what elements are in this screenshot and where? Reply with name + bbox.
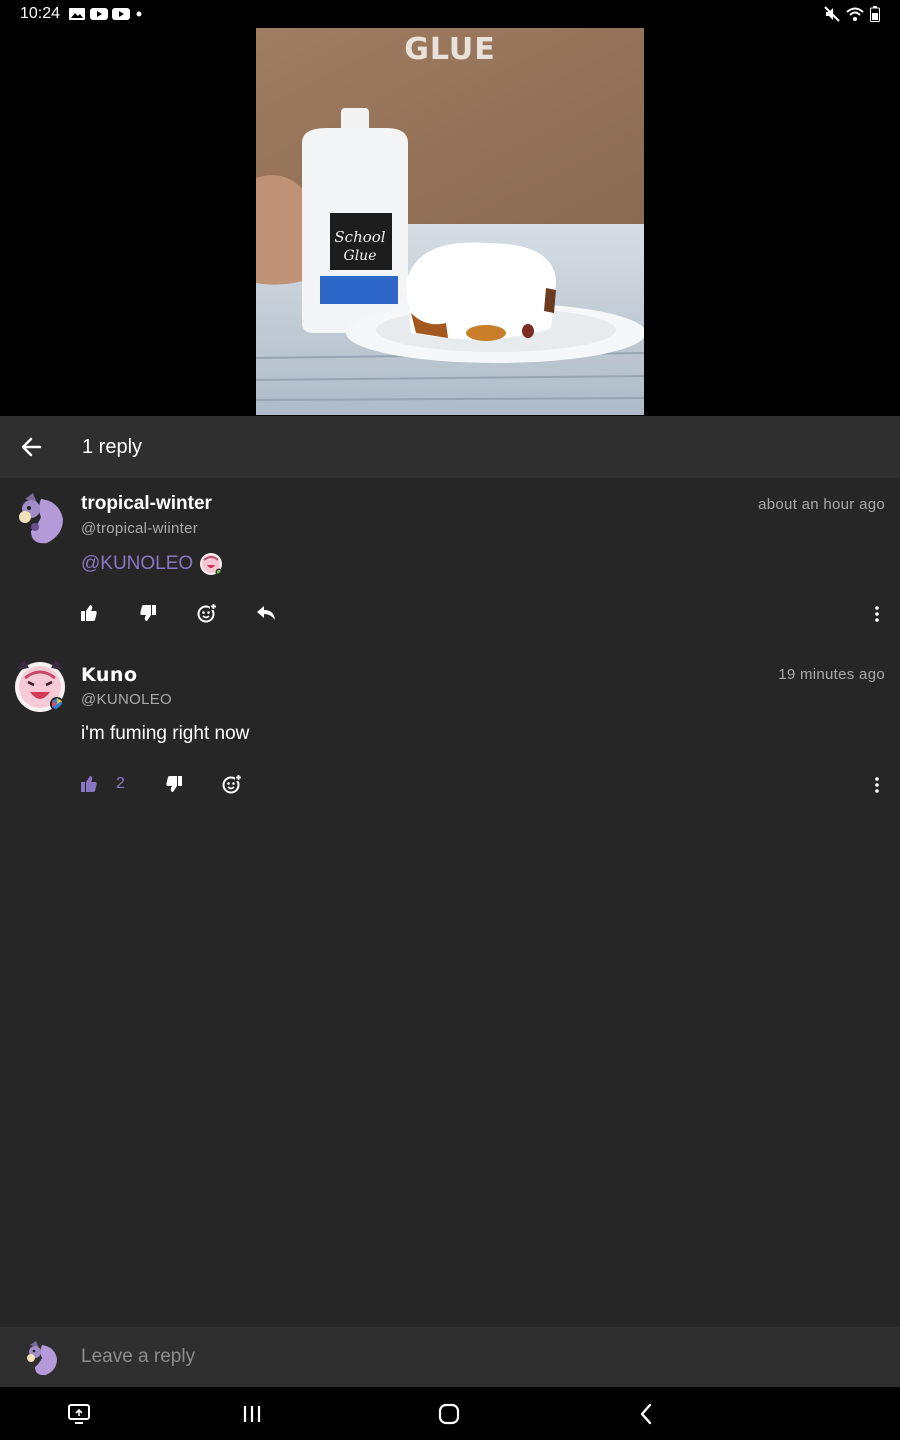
reply-composer xyxy=(0,1327,900,1387)
reply-input[interactable] xyxy=(81,1343,861,1371)
screen-share-icon xyxy=(68,1404,90,1424)
system-nav-bar xyxy=(0,1387,900,1440)
video-player[interactable]: School Glue GLUE xyxy=(0,28,900,416)
thumbs-down-icon xyxy=(140,605,156,621)
comment-timestamp: 19 minutes ago xyxy=(778,666,885,683)
add-reaction-icon xyxy=(222,774,242,794)
add-reaction-button[interactable] xyxy=(196,602,218,624)
add-reaction-button[interactable] xyxy=(221,773,243,795)
reply-icon xyxy=(257,606,275,620)
comment-body: @KUNOLEO xyxy=(81,552,223,576)
back-button[interactable] xyxy=(0,416,62,478)
gallery-icon xyxy=(69,8,86,20)
wifi-icon xyxy=(846,7,864,21)
comment-handle[interactable]: @KUNOLEO xyxy=(81,691,172,708)
reply-comment: Kuno @KUNOLEO 19 minutes ago i'm fuming … xyxy=(0,651,900,811)
dislike-button[interactable] xyxy=(137,602,159,624)
battery-icon xyxy=(870,6,880,22)
video-caption: GLUE xyxy=(404,32,496,67)
like-count: 2 xyxy=(116,775,125,792)
mention-link[interactable]: @KUNOLEO xyxy=(81,553,193,575)
comment-username[interactable]: Kuno xyxy=(81,664,138,686)
youtube-icon xyxy=(90,8,109,20)
more-options-button[interactable] xyxy=(868,603,886,625)
comment-actions xyxy=(78,602,277,624)
thumbs-up-icon xyxy=(81,776,97,792)
avatar[interactable] xyxy=(11,487,69,545)
video-thumbnail: School Glue xyxy=(256,28,644,415)
recent-apps-icon xyxy=(243,1406,261,1422)
dislike-button[interactable] xyxy=(163,773,185,795)
screen-share-button[interactable] xyxy=(64,1399,94,1429)
dot-icon xyxy=(136,11,142,17)
recent-apps-button[interactable] xyxy=(237,1399,267,1429)
thumbs-up-icon xyxy=(81,605,97,621)
svg-text:Glue: Glue xyxy=(344,248,377,264)
add-reaction-icon xyxy=(197,603,217,623)
like-button[interactable] xyxy=(78,602,100,624)
comment-timestamp: about an hour ago xyxy=(758,496,885,513)
back-icon xyxy=(640,1403,652,1425)
arrow-left-icon xyxy=(21,437,42,457)
status-bar: 10:24 xyxy=(0,0,900,28)
more-vertical-icon xyxy=(875,777,879,793)
replies-header: 1 reply xyxy=(0,416,900,478)
svg-text:School: School xyxy=(334,228,385,246)
parent-comment: tropical-winter @tropical-wiinter about … xyxy=(0,481,900,648)
system-back-button[interactable] xyxy=(631,1399,661,1429)
mentioned-user-avatar xyxy=(200,553,223,576)
comment-username[interactable]: tropical-winter xyxy=(81,493,212,515)
home-icon xyxy=(438,1403,460,1425)
replies-count-title: 1 reply xyxy=(82,435,143,458)
avatar[interactable] xyxy=(11,656,69,714)
comment-handle[interactable]: @tropical-wiinter xyxy=(81,520,198,537)
video-frame[interactable]: School Glue GLUE xyxy=(256,28,644,415)
comment-actions: 2 xyxy=(78,773,243,795)
status-time: 10:24 xyxy=(20,5,61,22)
more-options-button[interactable] xyxy=(868,774,886,796)
like-button[interactable] xyxy=(78,773,100,795)
reply-button[interactable] xyxy=(255,602,277,624)
comment-body: i'm fuming right now xyxy=(81,723,250,744)
thumbs-down-icon xyxy=(166,776,182,792)
youtube-icon xyxy=(112,8,131,20)
avatar xyxy=(21,1337,61,1377)
home-button[interactable] xyxy=(434,1399,464,1429)
mute-icon xyxy=(824,6,840,22)
more-vertical-icon xyxy=(875,606,879,622)
